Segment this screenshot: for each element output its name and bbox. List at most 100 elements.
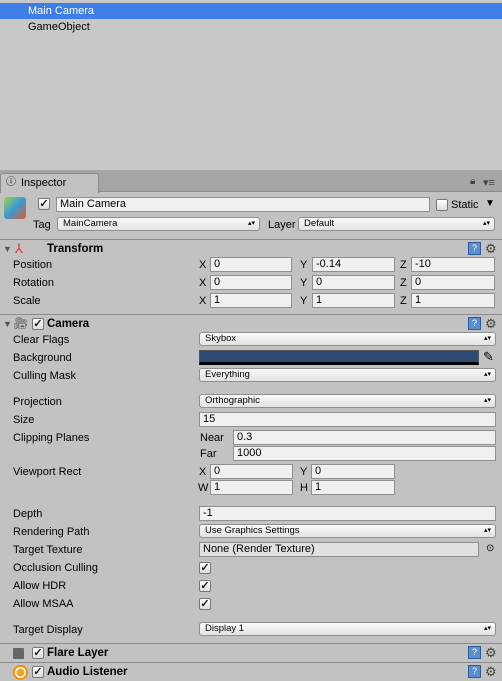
near-input[interactable]: 0.3 (233, 430, 496, 445)
culling-mask-dropdown[interactable]: Everything ▴▾ (199, 368, 496, 382)
clear-flags-label: Clear Flags (13, 334, 70, 346)
viewport-h-input[interactable]: 1 (311, 480, 395, 495)
transform-icon: ⅄ (15, 241, 23, 256)
flare-layer-title: Flare Layer (47, 647, 109, 659)
axis-y-label: Y (300, 277, 308, 289)
rendering-path-dropdown[interactable]: Use Graphics Settings ▴▾ (199, 524, 496, 538)
occlusion-culling-checkbox[interactable]: ✓ (199, 562, 211, 574)
camera-title: Camera (47, 318, 90, 330)
scale-z-input[interactable]: 1 (411, 293, 495, 308)
axis-z-label: Z (400, 295, 407, 307)
far-input[interactable]: 1000 (233, 446, 496, 461)
size-input[interactable]: 15 (199, 412, 496, 427)
flare-layer-header[interactable]: ✓ Flare Layer ? ⚙ (0, 643, 502, 661)
audio-listener-header[interactable]: ✓ Audio Listener ? ⚙ (0, 662, 502, 680)
target-display-dropdown[interactable]: Display 1 ▴▾ (199, 622, 496, 636)
object-picker-icon[interactable]: ⊙ (486, 543, 494, 554)
gear-icon[interactable]: ⚙ (485, 646, 497, 660)
hierarchy-item-gameobject[interactable]: GameObject (0, 19, 502, 35)
axis-y-label: Y (300, 295, 308, 307)
flare-layer-icon (13, 648, 24, 659)
projection-value: Orthographic (205, 395, 260, 406)
clipping-planes-label: Clipping Planes (13, 432, 90, 444)
static-dropdown-arrow[interactable]: ▼ (485, 197, 495, 211)
target-texture-field[interactable]: None (Render Texture) (199, 542, 479, 557)
projection-dropdown[interactable]: Orthographic ▴▾ (199, 394, 496, 408)
scale-x-input[interactable]: 1 (210, 293, 292, 308)
position-x-input[interactable]: 0 (210, 257, 292, 272)
near-label: Near (200, 432, 224, 444)
viewport-x-input[interactable]: 0 (210, 464, 293, 479)
audio-listener-enabled-checkbox[interactable]: ✓ (32, 666, 44, 678)
projection-label: Projection (13, 396, 62, 408)
rotation-z-input[interactable]: 0 (411, 275, 495, 290)
audio-listener-title: Audio Listener (47, 666, 128, 678)
depth-input[interactable]: -1 (199, 506, 496, 521)
axis-z-label: Z (400, 277, 407, 289)
eyedropper-icon[interactable]: ✎ (483, 349, 494, 365)
axis-z-label: Z (400, 259, 407, 271)
transform-header[interactable]: ▼ ⅄ Transform ? ⚙ (0, 239, 502, 257)
layer-dropdown[interactable]: Default ▴▾ (298, 217, 495, 231)
help-icon[interactable]: ? (468, 646, 481, 659)
gear-icon[interactable]: ⚙ (485, 665, 497, 679)
target-display-label: Target Display (13, 624, 83, 636)
hierarchy-item-main-camera[interactable]: Main Camera (0, 3, 502, 19)
tag-dropdown[interactable]: MainCamera ▴▾ (57, 217, 260, 231)
rotation-y-input[interactable]: 0 (312, 275, 395, 290)
rendering-path-label: Rendering Path (13, 526, 90, 538)
layer-value: Default (304, 218, 335, 229)
viewport-y-label: Y (300, 466, 308, 478)
help-icon[interactable]: ? (468, 242, 481, 255)
axis-x-label: X (199, 277, 207, 289)
background-color-field[interactable] (199, 350, 479, 365)
help-icon[interactable]: ? (468, 665, 481, 678)
viewport-x-label: X (199, 466, 207, 478)
gear-icon[interactable]: ⚙ (485, 317, 497, 331)
tab-inspector[interactable]: ⓘ Inspector (0, 173, 99, 193)
far-label: Far (200, 448, 217, 460)
camera-icon: 🎥︎ (13, 316, 29, 330)
tag-label: Tag (33, 219, 51, 231)
audio-listener-icon (13, 665, 28, 680)
flare-layer-enabled-checkbox[interactable]: ✓ (32, 647, 44, 659)
axis-y-label: Y (300, 259, 308, 271)
lock-icon[interactable]: 🔒︎ (470, 176, 475, 187)
camera-header[interactable]: ▼ 🎥︎ ✓ Camera ? ⚙ (0, 314, 502, 332)
size-label: Size (13, 414, 35, 426)
target-display-value: Display 1 (205, 623, 245, 634)
clear-flags-dropdown[interactable]: Skybox ▴▾ (199, 332, 496, 346)
depth-label: Depth (13, 508, 43, 520)
target-texture-label: Target Texture (13, 544, 83, 556)
static-label: Static (451, 199, 479, 211)
viewport-rect-label: Viewport Rect (13, 466, 82, 478)
occlusion-culling-label: Occlusion Culling (13, 562, 98, 574)
foldout-arrow-icon[interactable]: ▼ (3, 315, 12, 333)
foldout-arrow-icon[interactable]: ▼ (3, 240, 12, 258)
allow-hdr-checkbox[interactable]: ✓ (199, 580, 211, 592)
viewport-w-input[interactable]: 1 (210, 480, 293, 495)
help-icon[interactable]: ? (468, 317, 481, 330)
viewport-y-input[interactable]: 0 (311, 464, 395, 479)
tab-label: Inspector (21, 177, 67, 189)
static-checkbox[interactable] (436, 199, 448, 211)
menu-icon[interactable]: ▾≡ (483, 176, 495, 189)
position-z-input[interactable]: -10 (411, 257, 495, 272)
culling-mask-label: Culling Mask (13, 370, 76, 382)
gameobject-icon[interactable] (4, 197, 26, 219)
clear-flags-value: Skybox (205, 333, 237, 344)
tag-value: MainCamera (63, 218, 118, 229)
position-y-input[interactable]: -0.14 (312, 257, 395, 272)
scale-y-input[interactable]: 1 (312, 293, 395, 308)
rotation-label: Rotation (13, 277, 54, 289)
allow-msaa-label: Allow MSAA (13, 598, 74, 610)
active-checkbox[interactable]: ✓ (38, 198, 50, 210)
gear-icon[interactable]: ⚙ (485, 242, 497, 256)
viewport-h-label: H (300, 482, 308, 494)
rotation-x-input[interactable]: 0 (210, 275, 292, 290)
allow-msaa-checkbox[interactable]: ✓ (199, 598, 211, 610)
object-name-input[interactable]: Main Camera (56, 197, 430, 212)
camera-enabled-checkbox[interactable]: ✓ (32, 318, 44, 330)
rendering-path-value: Use Graphics Settings (205, 525, 300, 536)
info-icon: ⓘ (6, 177, 16, 188)
